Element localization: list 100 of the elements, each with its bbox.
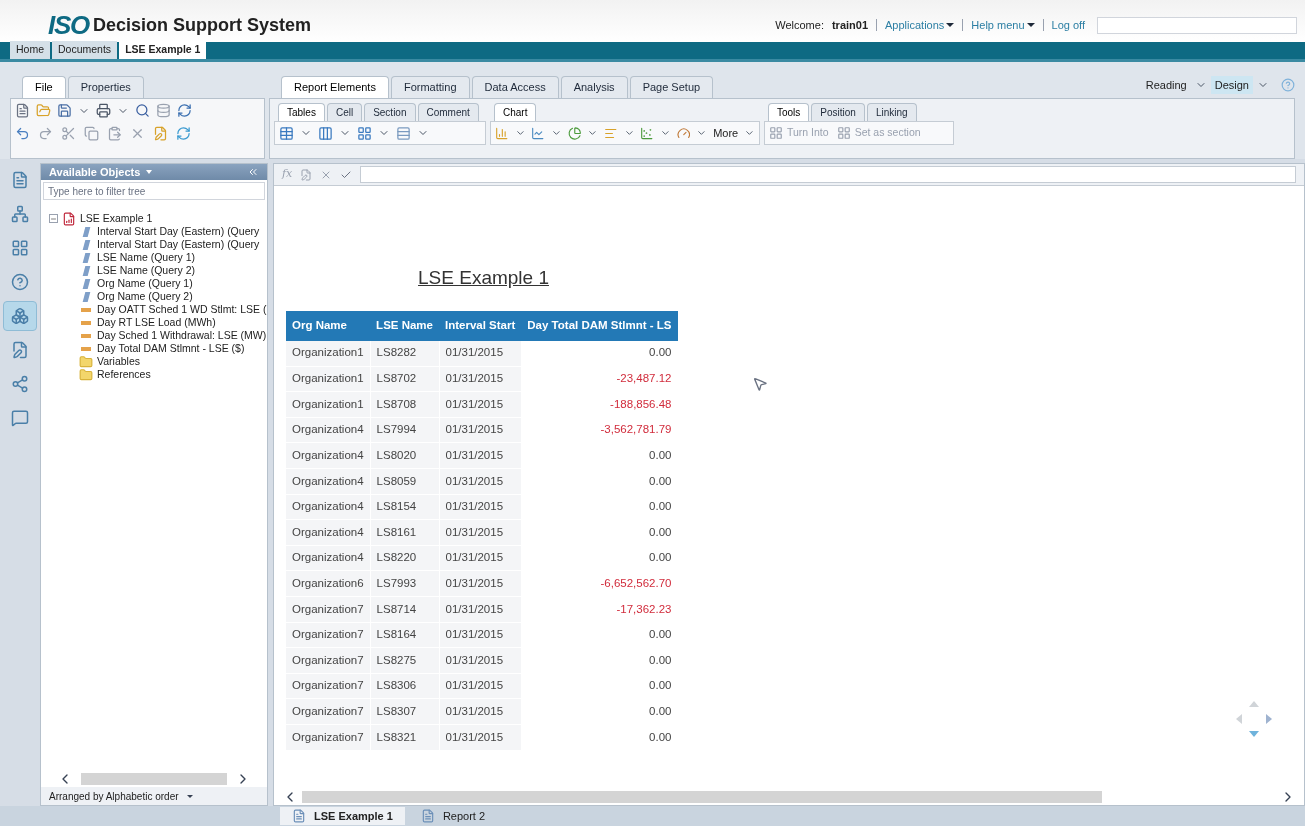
table-cell: LS7994 (370, 417, 439, 443)
table-cell: 01/31/2015 (439, 442, 522, 469)
table-cell: Organization7 (286, 673, 371, 699)
table-cell: LS8161 (370, 519, 439, 546)
printer-icon[interactable] (96, 103, 111, 118)
app-title: Decision Support System (92, 13, 311, 37)
table-cell: LS7993 (370, 570, 439, 597)
ribbon-tab[interactable]: Properties (67, 76, 144, 98)
database-icon[interactable] (156, 103, 171, 118)
report-tab[interactable]: Report 2 (408, 807, 498, 825)
help-icon[interactable] (1281, 78, 1295, 92)
mode-button[interactable]: Reading (1141, 76, 1191, 94)
ribbon-tab[interactable]: Tables (278, 103, 325, 121)
table-cell: 01/31/2015 (439, 545, 522, 571)
header-link[interactable]: Help menu (971, 16, 1035, 34)
table-cell: LS8306 (370, 673, 439, 699)
ribbon-tab[interactable]: Report Elements (281, 76, 389, 98)
columns-icon[interactable] (318, 125, 333, 141)
document-tab[interactable]: Home (10, 41, 50, 59)
delete-icon[interactable] (130, 126, 145, 141)
edit-icon[interactable] (300, 168, 313, 181)
folder-icon[interactable] (36, 103, 51, 118)
table-cell: LS8059 (370, 468, 439, 495)
table-cell: 01/31/2015 (439, 673, 522, 699)
save-icon[interactable] (57, 103, 72, 118)
table-cell: Organization6 (286, 570, 371, 597)
gauge-icon[interactable] (676, 125, 691, 141)
folder-icon (79, 367, 93, 382)
collapse-icon[interactable] (247, 166, 259, 178)
mode-button[interactable]: Design (1210, 76, 1253, 94)
table-cell: 01/31/2015 (439, 724, 522, 750)
table-icon[interactable] (279, 125, 294, 141)
undo-icon[interactable] (15, 126, 30, 141)
ribbon-tab[interactable]: Comment (417, 103, 479, 121)
search-field[interactable] (1097, 16, 1297, 34)
line-chart-icon[interactable] (531, 125, 545, 141)
ribbon-tab[interactable]: Position (811, 103, 865, 121)
pie-chart-icon[interactable] (567, 125, 582, 141)
new-document-icon[interactable] (15, 103, 30, 118)
document-tab[interactable]: Documents (52, 41, 118, 59)
paste-icon[interactable] (107, 126, 122, 141)
ribbon-tab[interactable]: Linking (866, 103, 917, 121)
filter-field[interactable]: Type here to filter tree (43, 182, 265, 200)
grid-icon (836, 126, 851, 140)
refresh-icon[interactable] (176, 126, 191, 141)
table-cell: Organization7 (286, 622, 371, 648)
edit-icon[interactable] (153, 126, 168, 141)
navigation-arrows-icon[interactable] (1234, 699, 1274, 739)
ribbon-tab[interactable]: Analysis (560, 76, 628, 98)
copy-icon[interactable] (84, 126, 99, 141)
redo-icon[interactable] (38, 126, 53, 141)
crosstab-icon[interactable] (357, 125, 372, 141)
sort-dropdown[interactable]: Arranged by Alphabetic order (41, 787, 267, 805)
table-cell: Organization4 (286, 442, 371, 469)
ribbon-tab[interactable]: Section (364, 103, 416, 121)
table-cell: 01/31/2015 (439, 340, 522, 367)
document-tab[interactable]: LSE Example 1 (119, 41, 207, 59)
ribbon-tab[interactable]: File (22, 76, 66, 98)
table-cell: Organization4 (286, 519, 371, 546)
collapse-icon[interactable] (49, 214, 58, 223)
ribbon-tab[interactable]: Formatting (390, 76, 470, 98)
ribbon-tab[interactable]: Chart (494, 103, 537, 121)
rows-icon[interactable] (396, 125, 411, 141)
objects-icon[interactable] (3, 301, 37, 331)
table-cell: LS8702 (370, 366, 439, 392)
table-cell: Organization4 (286, 545, 371, 571)
dimension-icon (82, 265, 90, 276)
dimension-icon (82, 252, 90, 263)
column-header: Interval Start (439, 310, 522, 341)
dimension-icon (82, 226, 90, 237)
cursor-icon (752, 376, 768, 392)
table-cell: 01/31/2015 (439, 417, 522, 443)
header-link[interactable]: Applications (885, 16, 955, 34)
caret-icon[interactable] (146, 170, 153, 174)
table-cell: Organization1 (286, 366, 371, 392)
column-header: LSE Name (370, 310, 439, 341)
table-cell: LS8282 (370, 340, 439, 367)
ribbon-tab[interactable]: Tools (768, 103, 810, 121)
ribbon-tab[interactable]: Cell (326, 103, 363, 121)
report-tab[interactable]: LSE Example 1 (280, 807, 405, 825)
column-header: Org Name (286, 310, 371, 341)
ribbon-tab[interactable]: Page Setup (629, 76, 714, 98)
dimension-icon (82, 291, 90, 302)
table-cell: 01/31/2015 (439, 570, 522, 597)
table-cell: 01/31/2015 (439, 647, 522, 674)
table-cell: LS8708 (370, 391, 439, 418)
ribbon-tab[interactable]: Data Access (471, 76, 559, 98)
cut-icon[interactable] (61, 126, 76, 141)
formula-field[interactable] (360, 166, 1296, 183)
table-cell: LS8220 (370, 545, 439, 571)
table-cell: Organization1 (286, 391, 371, 418)
column-header: Day Total DAM Stlmnt - LS (521, 310, 678, 341)
report-icon (62, 211, 76, 226)
scatter-chart-icon[interactable] (640, 125, 654, 141)
table-cell: LS8164 (370, 622, 439, 648)
username: train01 (831, 17, 868, 33)
welcome-text: Welcome: (775, 17, 824, 33)
table-cell: LS8020 (370, 442, 439, 469)
header-link[interactable]: Log off (1051, 16, 1085, 34)
more-button[interactable]: More (713, 124, 739, 142)
